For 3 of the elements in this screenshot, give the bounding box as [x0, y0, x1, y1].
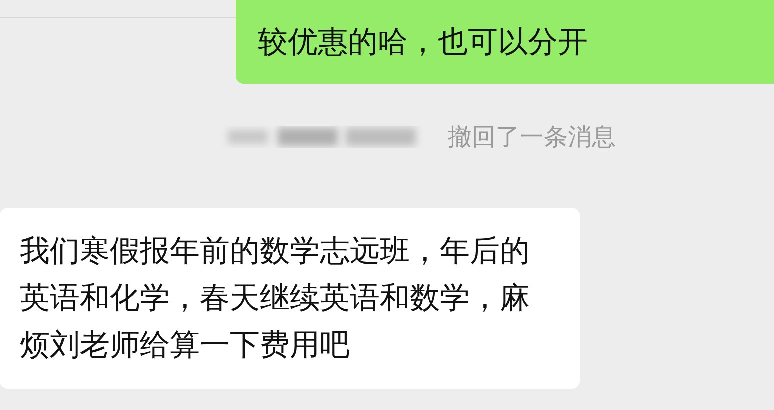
recall-notice: 撤回了一条消息: [448, 122, 616, 153]
received-message-bubble: 我们寒假报年前的数学志远班，年后的英语和化学，春天继续英语和数学，麻烦刘老师给算一下费用吧: [0, 208, 580, 389]
sent-message-bubble: 较优惠的哈，也可以分开: [236, 0, 774, 84]
